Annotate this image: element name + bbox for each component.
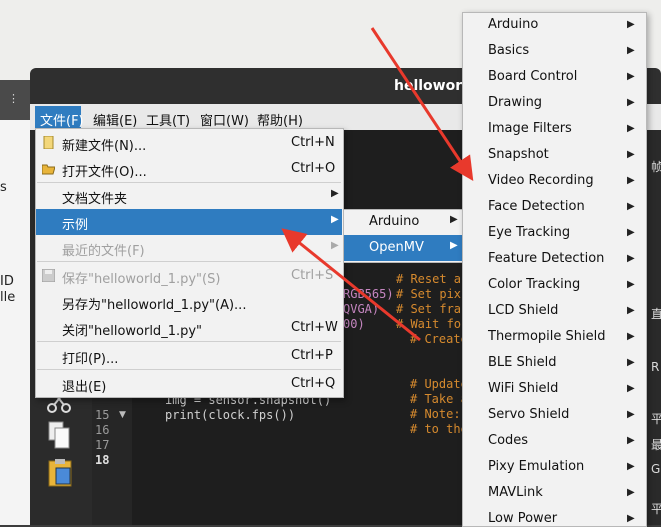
line-number: 15: [95, 408, 110, 422]
chevron-right-icon: ▶: [627, 409, 635, 420]
menu-edit[interactable]: 编辑(E): [93, 110, 137, 129]
right-panel-text: 帧: [651, 160, 661, 174]
openmv-item-image-filters[interactable]: Image Filters: [488, 121, 572, 136]
chevron-right-icon: ▶: [331, 214, 339, 225]
code-comment: # to the: [410, 422, 468, 436]
submenu-item-openmv[interactable]: OpenMV ▶: [344, 235, 462, 261]
chevron-right-icon: ▶: [627, 461, 635, 472]
chevron-right-icon: ▶: [331, 188, 339, 199]
chevron-right-icon: ▶: [627, 149, 635, 160]
background-text: ID: [0, 274, 14, 289]
background-text: lle: [0, 290, 16, 305]
chevron-right-icon: ▶: [627, 305, 635, 316]
openmv-item-servo-shield[interactable]: Servo Shield: [488, 407, 569, 422]
chevron-right-icon: ▶: [450, 240, 458, 251]
code-comment: # Take a: [410, 392, 468, 406]
chevron-right-icon: ▶: [627, 357, 635, 368]
background-text: s: [0, 180, 7, 195]
code-text: RGB565): [343, 287, 394, 301]
right-panel-text: 最: [651, 438, 661, 452]
code-comment: # Set fra: [396, 302, 462, 316]
fold-arrow-icon[interactable]: ▼: [119, 410, 126, 420]
submenu-item-arduino[interactable]: Arduino ▶: [344, 209, 462, 235]
chevron-right-icon: ▶: [627, 123, 635, 134]
openmv-item-thermopile-shield[interactable]: Thermopile Shield: [488, 329, 605, 344]
openmv-item-board-control[interactable]: Board Control: [488, 69, 577, 84]
line-number: 17: [95, 438, 110, 452]
openmv-item-arduino[interactable]: Arduino: [488, 17, 538, 32]
openmv-item-face-detection[interactable]: Face Detection: [488, 199, 585, 214]
menu-item-recent-files[interactable]: 最近的文件(F) ▶: [36, 235, 342, 261]
openmv-item-eye-tracking[interactable]: Eye Tracking: [488, 225, 570, 240]
openmv-item-low-power[interactable]: Low Power: [488, 511, 557, 526]
code-comment: # Update: [410, 377, 468, 391]
openmv-item-codes[interactable]: Codes: [488, 433, 528, 448]
openmv-item-video-recording[interactable]: Video Recording: [488, 173, 594, 188]
chevron-right-icon: ▶: [450, 214, 458, 225]
menu-file[interactable]: 文件(F): [40, 110, 84, 129]
line-number-current: 18: [95, 453, 110, 467]
openmv-item-mavlink[interactable]: MAVLink: [488, 485, 543, 500]
chevron-right-icon: ▶: [627, 19, 635, 30]
menu-separator: [37, 369, 341, 370]
openmv-item-feature-detection[interactable]: Feature Detection: [488, 251, 604, 266]
open-folder-icon: [42, 164, 55, 175]
copy-icon[interactable]: [47, 420, 73, 450]
menu-item-close[interactable]: 关闭"helloworld_1.py" Ctrl+W: [36, 315, 342, 341]
chevron-right-icon: ▶: [627, 253, 635, 264]
right-panel-text: R: [651, 360, 660, 374]
menu-item-documents-folder[interactable]: 文档文件夹 ▶: [36, 183, 342, 209]
chevron-right-icon: ▶: [627, 201, 635, 212]
code-comment: # Wait fo: [396, 317, 462, 331]
menu-item-save-as[interactable]: 另存为"helloworld_1.py"(A)...: [36, 289, 342, 315]
right-panel-text: G: [651, 462, 661, 476]
menu-help[interactable]: 帮助(H): [257, 110, 303, 129]
chevron-right-icon: ▶: [627, 331, 635, 342]
openmv-item-color-tracking[interactable]: Color Tracking: [488, 277, 580, 292]
paste-icon[interactable]: [46, 458, 74, 488]
menu-item-save[interactable]: 保存"helloworld_1.py"(S) Ctrl+S: [36, 263, 342, 289]
menu-item-examples[interactable]: 示例 ▶: [36, 209, 342, 235]
openmv-item-wifi-shield[interactable]: WiFi Shield: [488, 381, 558, 396]
chevron-right-icon: ▶: [627, 513, 635, 524]
openmv-submenu: [462, 12, 647, 527]
menu-item-new-file[interactable]: 新建文件(N)... Ctrl+N: [36, 130, 342, 156]
openmv-item-pixy-emulation[interactable]: Pixy Emulation: [488, 459, 584, 474]
menu-window[interactable]: 窗口(W): [200, 110, 249, 129]
openmv-item-lcd-shield[interactable]: LCD Shield: [488, 303, 558, 318]
line-number: 16: [95, 423, 110, 437]
code-text: 00): [343, 317, 365, 331]
openmv-item-drawing[interactable]: Drawing: [488, 95, 542, 110]
new-file-icon: [43, 136, 54, 149]
chevron-right-icon: ▶: [627, 97, 635, 108]
chevron-right-icon: ▶: [627, 487, 635, 498]
code-comment: # Create: [410, 332, 468, 346]
menu-separator: [37, 341, 341, 342]
chevron-right-icon: ▶: [627, 71, 635, 82]
chevron-right-icon: ▶: [627, 279, 635, 290]
background-icon: ⋮: [8, 92, 19, 105]
chevron-right-icon: ▶: [627, 227, 635, 238]
openmv-item-basics[interactable]: Basics: [488, 43, 529, 58]
code-comment: # Set pix: [396, 287, 462, 301]
openmv-item-snapshot[interactable]: Snapshot: [488, 147, 549, 162]
chevron-right-icon: ▶: [627, 45, 635, 56]
chevron-right-icon: ▶: [627, 435, 635, 446]
save-icon: [42, 269, 55, 282]
menu-separator: [37, 261, 341, 262]
openmv-item-ble-shield[interactable]: BLE Shield: [488, 355, 556, 370]
menu-tools[interactable]: 工具(T): [146, 110, 190, 129]
menu-item-open-file[interactable]: 打开文件(O)... Ctrl+O: [36, 156, 342, 182]
right-panel-text: 平: [651, 502, 661, 516]
code-text: QVGA): [343, 302, 380, 316]
right-panel-text: 直: [651, 307, 661, 321]
chevron-right-icon: ▶: [331, 240, 339, 251]
code-text: print(clock.fps()): [165, 408, 296, 422]
menu-item-exit[interactable]: 退出(E) Ctrl+Q: [36, 371, 342, 397]
right-panel-text: 平: [651, 412, 661, 426]
code-comment: # Reset a: [396, 272, 462, 286]
chevron-right-icon: ▶: [627, 383, 635, 394]
menu-item-print[interactable]: 打印(P)... Ctrl+P: [36, 343, 342, 369]
chevron-right-icon: ▶: [627, 175, 635, 186]
